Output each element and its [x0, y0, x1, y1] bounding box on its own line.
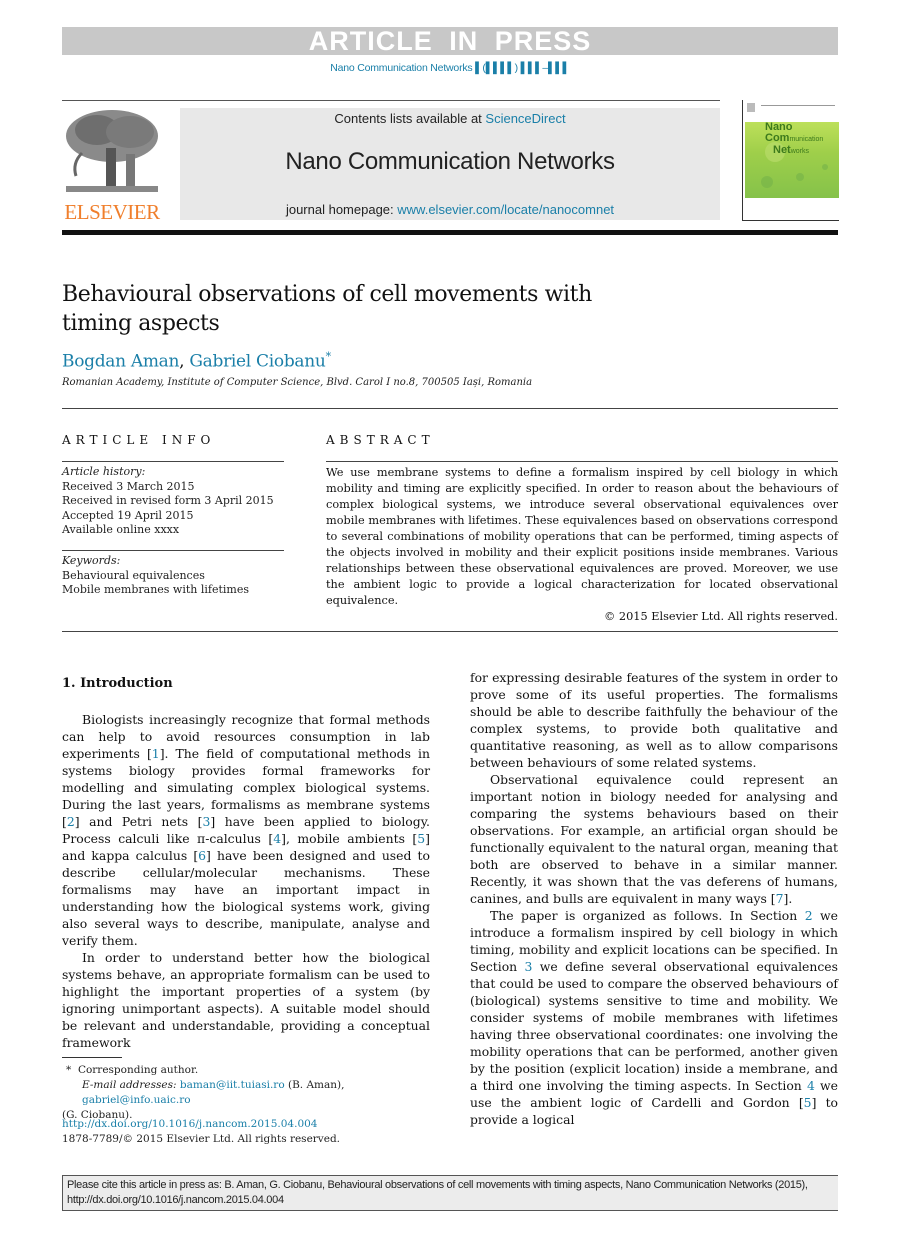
article-info-heading: ARTICLE INFO	[62, 433, 216, 447]
section-link[interactable]: 4	[807, 1078, 815, 1093]
paragraph: The paper is organized as follows. In Se…	[470, 908, 839, 1127]
history-item: Received 3 March 2015	[62, 479, 195, 493]
journal-title: Nano Communication Networks	[285, 148, 615, 175]
doi-link[interactable]: http://dx.doi.org/10.1016/j.nancom.2015.…	[62, 1117, 340, 1132]
footnote-mark: *	[66, 1064, 72, 1076]
footnote: * Corresponding author. E-mail addresses…	[62, 1063, 430, 1123]
divider	[62, 631, 838, 632]
doi-block: http://dx.doi.org/10.1016/j.nancom.2015.…	[62, 1117, 340, 1147]
cover-title-line3b: works	[790, 148, 810, 155]
cover-header-line	[761, 105, 835, 106]
citation-box: Please cite this article in press as: B.…	[62, 1175, 838, 1211]
contents-prefix: Contents lists available at	[334, 111, 486, 126]
publisher-name: ELSEVIER	[64, 200, 160, 224]
citation-link[interactable]: 5	[417, 831, 425, 846]
citation-link[interactable]: 4	[273, 831, 281, 846]
keyword-item: Behavioural equivalences	[62, 568, 205, 582]
issn-copyright: 1878-7789/© 2015 Elsevier Ltd. All right…	[62, 1133, 341, 1145]
paragraph: Observational equivalence could represen…	[470, 772, 838, 906]
header-top-rule	[62, 100, 720, 101]
history-item: Available online xxxx	[62, 523, 180, 536]
citation-link[interactable]: 7	[776, 891, 784, 906]
divider	[62, 550, 284, 551]
section-link[interactable]: 2	[805, 908, 813, 923]
abstract-heading: ABSTRACT	[326, 433, 435, 447]
journal-reference: Nano Communication Networks ▌(▌▌▌▌) ▌▌▌–…	[330, 62, 570, 74]
history-item: Received in revised form 3 April 2015	[62, 494, 274, 507]
cover-title-line2a: Com	[765, 132, 790, 144]
homepage-link[interactable]: www.elsevier.com/locate/nanocomnet	[397, 202, 614, 217]
cover-logo-icon	[747, 103, 755, 112]
divider	[326, 461, 838, 462]
body-column-right: for expressing desirable features of the…	[470, 669, 838, 1128]
author-separator: ,	[179, 351, 185, 372]
homepage-prefix: journal homepage:	[285, 202, 398, 217]
abstract-copyright: © 2015 Elsevier Ltd. All rights reserved…	[604, 610, 838, 623]
article-title: Behavioural observations of cell movemen…	[62, 282, 592, 336]
keyword-item: Mobile membranes with lifetimes	[62, 583, 250, 596]
journal-cover-thumbnail[interactable]: Nano Communication Networks	[742, 100, 839, 221]
divider	[62, 408, 838, 409]
author-name[interactable]: Bogdan Aman	[62, 352, 179, 372]
article-in-press-banner: ARTICLE IN PRESS	[62, 27, 838, 55]
author-list: Bogdan Aman, Gabriel Ciobanu*	[62, 350, 331, 372]
email-label: E-mail addresses:	[82, 1079, 180, 1091]
abstract-body: We use membrane systems to define a form…	[326, 465, 838, 625]
citation-link[interactable]: 6	[198, 848, 206, 863]
footnote-rule	[62, 1057, 122, 1058]
citation-link[interactable]: 1	[152, 746, 160, 761]
email-link[interactable]: baman@iit.tuiasi.ro	[180, 1079, 285, 1091]
section-heading-introduction: 1. Introduction	[62, 676, 173, 691]
paragraph: for expressing desirable features of the…	[470, 670, 838, 770]
history-item: Accepted 19 April 2015	[62, 508, 194, 522]
elsevier-tree-icon	[66, 110, 158, 192]
paragraph: In order to understand better how the bi…	[62, 950, 430, 1050]
contents-line: Contents lists available at ScienceDirec…	[180, 111, 720, 126]
journal-homepage: journal homepage: www.elsevier.com/locat…	[180, 202, 720, 217]
keywords-label: Keywords:	[62, 554, 121, 567]
corresponding-author-note: Corresponding author.	[77, 1064, 199, 1076]
citation-link[interactable]: 2	[67, 814, 75, 829]
corresponding-mark[interactable]: *	[326, 350, 332, 363]
citation-link[interactable]: 5	[804, 1095, 812, 1110]
email-link[interactable]: gabriel@info.uaic.ro	[82, 1094, 191, 1106]
paragraph: Biologists increasingly recognize that f…	[62, 712, 430, 948]
cover-title-line2b: munication	[789, 136, 824, 143]
article-history: Article history: Received 3 March 2015 R…	[62, 465, 284, 538]
affiliation: Romanian Academy, Institute of Computer …	[62, 377, 533, 388]
email-owner: (B. Aman),	[284, 1079, 345, 1091]
author-name[interactable]: Gabriel Ciobanu	[189, 352, 325, 372]
body-column-left: Biologists increasingly recognize that f…	[62, 711, 430, 1051]
history-label: Article history:	[62, 465, 146, 478]
journal-header-box: Contents lists available at ScienceDirec…	[180, 108, 720, 220]
elsevier-logo[interactable]: ELSEVIER	[62, 108, 162, 224]
divider	[62, 461, 284, 462]
cover-title-line3a: Net	[773, 144, 791, 156]
sciencedirect-link[interactable]: ScienceDirect	[485, 111, 565, 126]
cover-title: Nano Communication Networks	[765, 122, 823, 157]
keywords: Keywords: Behavioural equivalences Mobil…	[62, 554, 284, 598]
header-thick-rule	[62, 230, 838, 235]
abstract-text: We use membrane systems to define a form…	[326, 466, 838, 607]
